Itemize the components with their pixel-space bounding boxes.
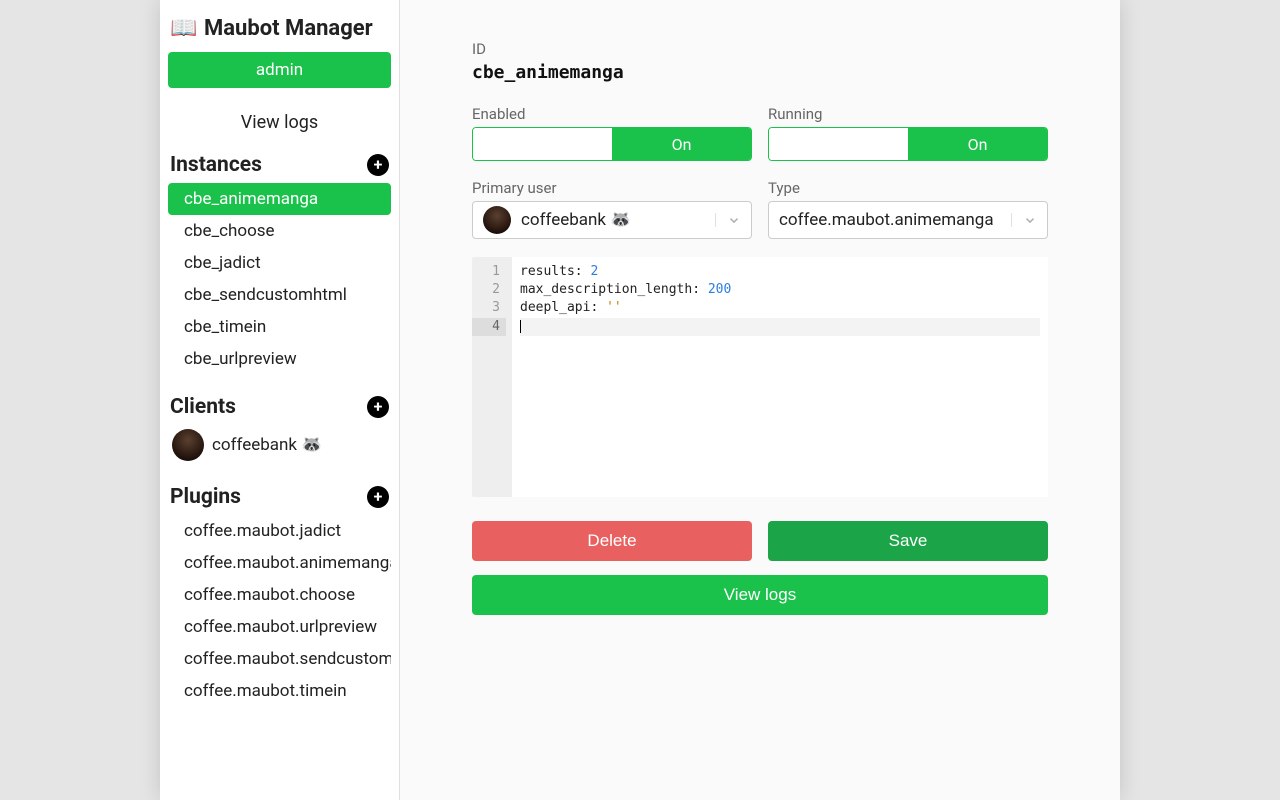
running-off[interactable] — [769, 128, 908, 160]
view-logs-button[interactable]: View logs — [472, 575, 1048, 615]
primary-user-value: coffeebank 🦝 — [521, 210, 631, 230]
app-title: Maubot Manager — [204, 16, 373, 41]
instances-header: Instances + — [160, 147, 399, 183]
client-name: coffeebank 🦝 — [212, 435, 322, 455]
primary-user-label: Primary user — [472, 179, 752, 197]
chevron-down-icon — [715, 213, 751, 227]
instance-item[interactable]: cbe_timein — [168, 311, 391, 343]
save-button[interactable]: Save — [768, 521, 1048, 561]
running-label: Running — [768, 105, 1048, 123]
primary-user-avatar — [483, 206, 511, 234]
clients-title: Clients — [170, 395, 236, 419]
main-panel: ID cbe_animemanga Enabled On Running On … — [400, 0, 1120, 800]
enabled-on[interactable]: On — [612, 128, 751, 160]
clients-header: Clients + — [160, 389, 399, 425]
config-line: deepl_api: '' — [520, 299, 1040, 317]
instance-item[interactable]: cbe_sendcustomhtml — [168, 279, 391, 311]
add-client-icon[interactable]: + — [367, 396, 389, 418]
instance-item[interactable]: cbe_animemanga — [168, 183, 391, 215]
config-line: results: 2 — [520, 263, 1040, 281]
enabled-off[interactable] — [473, 128, 612, 160]
editor-body[interactable]: results: 2max_description_length: 200dee… — [512, 257, 1048, 497]
add-instance-icon[interactable]: + — [367, 154, 389, 176]
client-avatar — [172, 429, 204, 461]
user-badge[interactable]: admin — [168, 52, 391, 88]
plugins-title: Plugins — [170, 485, 241, 509]
logo-icon: 📖 — [170, 14, 198, 42]
plugin-item[interactable]: coffee.maubot.urlpreview — [168, 611, 391, 643]
instance-item[interactable]: cbe_urlpreview — [168, 343, 391, 375]
client-item[interactable]: coffeebank 🦝 — [160, 425, 399, 465]
editor-gutter: 1234 — [472, 257, 512, 497]
plugin-item[interactable]: coffee.maubot.choose — [168, 579, 391, 611]
config-line: max_description_length: 200 — [520, 281, 1040, 299]
instances-title: Instances — [170, 153, 262, 177]
sidebar: 📖 Maubot Manager admin View logs Instanc… — [160, 0, 400, 800]
enabled-label: Enabled — [472, 105, 752, 123]
primary-user-select[interactable]: coffeebank 🦝 — [472, 201, 752, 239]
plugin-item[interactable]: coffee.maubot.timein — [168, 675, 391, 707]
app-header: 📖 Maubot Manager — [160, 0, 399, 52]
type-label: Type — [768, 179, 1048, 197]
type-value: coffee.maubot.animemanga — [779, 210, 994, 230]
enabled-toggle[interactable]: On — [472, 127, 752, 161]
id-value: cbe_animemanga — [472, 62, 1048, 83]
id-label: ID — [472, 40, 1048, 58]
type-select[interactable]: coffee.maubot.animemanga — [768, 201, 1048, 239]
add-plugin-icon[interactable]: + — [367, 486, 389, 508]
instance-item[interactable]: cbe_jadict — [168, 247, 391, 279]
view-logs-link[interactable]: View logs — [160, 100, 399, 147]
config-editor[interactable]: 1234 results: 2max_description_length: 2… — [472, 257, 1048, 497]
running-toggle[interactable]: On — [768, 127, 1048, 161]
plugin-item[interactable]: coffee.maubot.jadict — [168, 515, 391, 547]
instance-item[interactable]: cbe_choose — [168, 215, 391, 247]
running-on[interactable]: On — [908, 128, 1047, 160]
plugin-item[interactable]: coffee.maubot.sendcustomht — [168, 643, 391, 675]
plugin-item[interactable]: coffee.maubot.animemanga — [168, 547, 391, 579]
delete-button[interactable]: Delete — [472, 521, 752, 561]
chevron-down-icon — [1011, 213, 1047, 227]
plugins-header: Plugins + — [160, 479, 399, 515]
